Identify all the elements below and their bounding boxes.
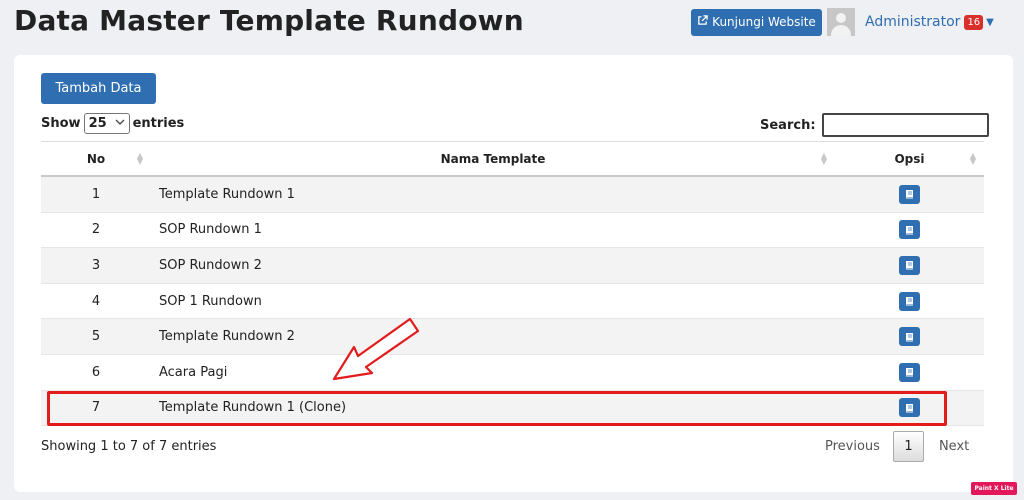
cell-no: 6 [91, 364, 101, 380]
visit-website-button[interactable]: Kunjungi Website [691, 8, 822, 36]
sort-icon: ▲ ▼ [136, 151, 143, 166]
entries-label: entries [132, 116, 185, 131]
entries-select[interactable]: 25 [83, 113, 130, 134]
add-data-button[interactable]: Tambah Data [41, 73, 156, 104]
cell-nama-template: SOP 1 Rundown [159, 293, 262, 309]
sort-icon: ▲ ▼ [969, 151, 976, 166]
book-icon[interactable] [899, 327, 920, 347]
book-icon[interactable] [899, 255, 920, 275]
table-row: 6 Acara Pagi [41, 355, 984, 391]
cell-no: 7 [91, 400, 101, 416]
book-icon[interactable] [899, 362, 920, 382]
chevron-down-icon[interactable]: ▼ [986, 17, 994, 28]
table-row: 7 Template Rundown 1 (Clone) [41, 390, 984, 427]
chevron-down-icon [115, 118, 125, 129]
column-header-no[interactable]: No ▲ ▼ [41, 142, 151, 175]
sort-icon: ▲ ▼ [820, 151, 827, 166]
book-icon[interactable] [899, 398, 920, 418]
entries-select-value: 25 [88, 116, 107, 131]
topbar: Kunjungi Website Administrator 16 ▼ [691, 8, 994, 36]
search-label: Search: [760, 117, 816, 133]
table-row: 3 SOP Rundown 2 [41, 248, 984, 284]
cell-nama-template: Template Rundown 2 [159, 329, 295, 345]
table-info: Showing 1 to 7 of 7 entries [41, 439, 217, 454]
book-icon[interactable] [899, 220, 920, 240]
pagination: Previous 1 Next [815, 431, 969, 462]
table-row: 4 SOP 1 Rundown [41, 284, 984, 320]
entries-length-control: Show 25 entries [41, 113, 184, 134]
template-table: No ▲ ▼ Nama Template ▲ ▼ Opsi ▲ ▼ 1 Templat… [41, 141, 984, 427]
table-row: 5 Template Rundown 2 [41, 319, 984, 355]
table-row: 2 SOP Rundown 1 [41, 213, 984, 249]
search-input[interactable] [821, 113, 989, 137]
cell-no: 4 [91, 293, 101, 309]
cell-nama-template: SOP Rundown 1 [159, 222, 262, 238]
table-row: 1 Template Rundown 1 [41, 177, 984, 213]
page-title: Data Master Template Rundown [14, 4, 524, 37]
column-header-opsi[interactable]: Opsi ▲ ▼ [835, 142, 984, 175]
pagination-next[interactable]: Next [924, 439, 969, 454]
column-header-nama-template[interactable]: Nama Template ▲ ▼ [151, 142, 835, 175]
book-icon[interactable] [899, 184, 920, 204]
cell-nama-template: SOP Rundown 2 [159, 257, 262, 273]
cell-nama-template: Template Rundown 1 [159, 186, 295, 202]
notification-badge: 16 [964, 14, 984, 30]
pagination-page-1[interactable]: 1 [892, 431, 924, 462]
book-icon[interactable] [899, 291, 920, 311]
pagination-previous[interactable]: Previous [815, 439, 893, 454]
content-card: Tambah Data Show 25 entries Search: No ▲… [14, 55, 1013, 492]
watermark-logo: Paint X Lite [971, 482, 1017, 495]
cell-no: 1 [91, 186, 101, 202]
cell-no: 3 [91, 257, 101, 273]
cell-no: 2 [91, 222, 101, 238]
table-header: No ▲ ▼ Nama Template ▲ ▼ Opsi ▲ ▼ [41, 141, 984, 177]
external-link-icon [697, 15, 708, 29]
cell-nama-template: Acara Pagi [159, 364, 228, 380]
search-control: Search: [760, 113, 989, 137]
show-label: Show [41, 116, 81, 131]
user-menu[interactable]: Administrator [865, 14, 960, 30]
cell-no: 5 [91, 329, 101, 345]
cell-nama-template: Template Rundown 1 (Clone) [159, 400, 347, 416]
avatar[interactable] [827, 8, 855, 36]
visit-website-label: Kunjungi Website [712, 15, 816, 29]
